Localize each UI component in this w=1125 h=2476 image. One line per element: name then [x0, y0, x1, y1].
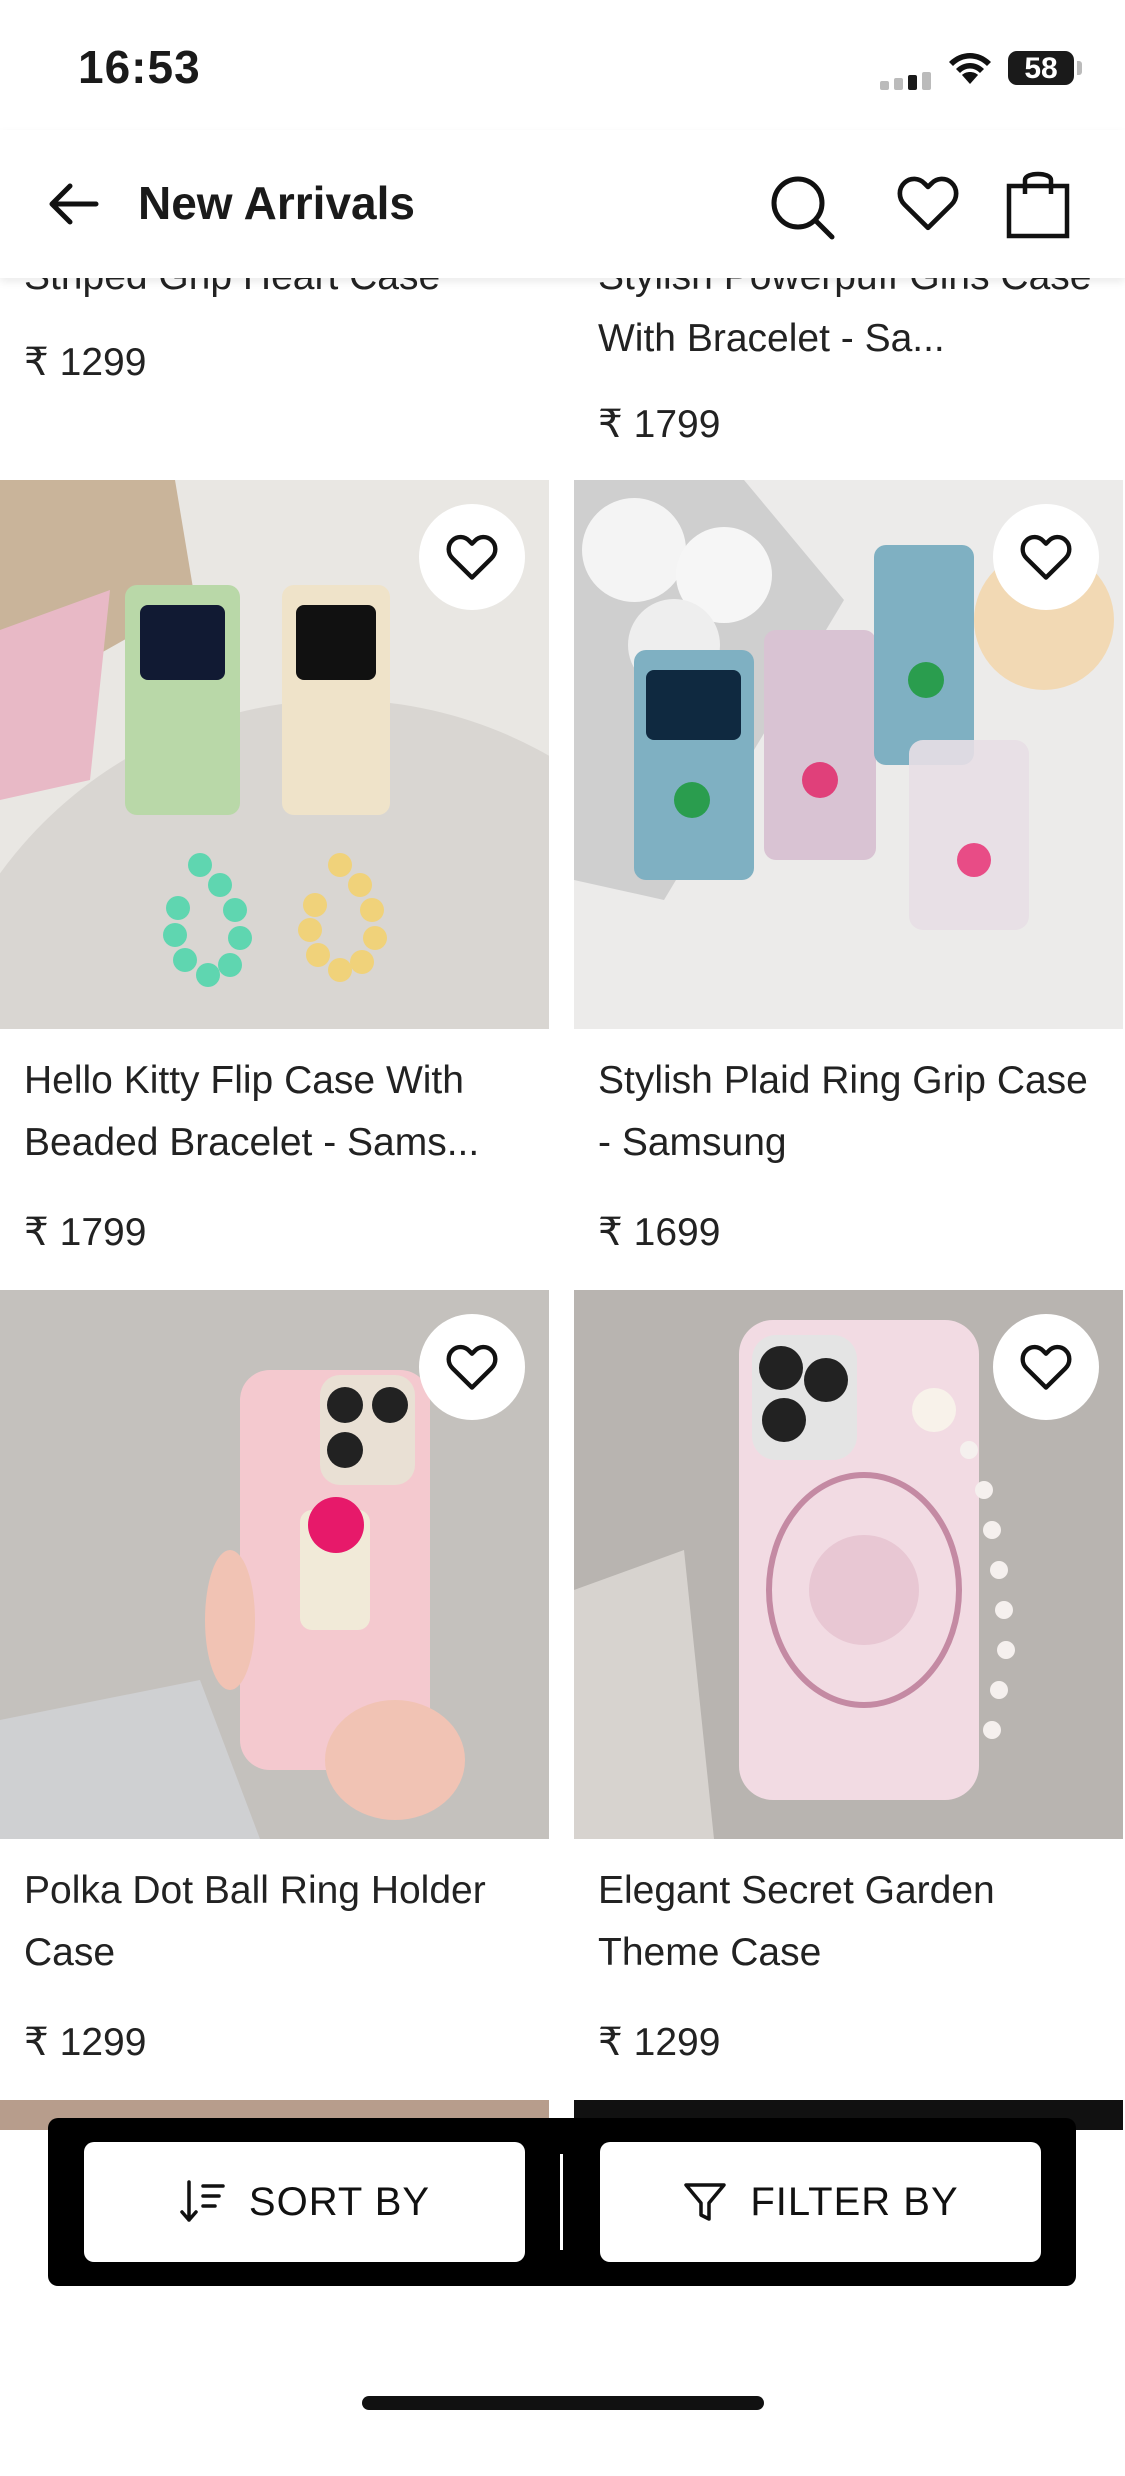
product-name: Hello Kitty Flip Case With Beaded Bracel… [24, 1059, 480, 1164]
wishlist-button[interactable] [993, 504, 1099, 610]
product-name: Stylish Plaid Ring Grip Case - Samsung [598, 1059, 1088, 1164]
home-indicator [362, 2396, 764, 2410]
filter-label: FILTER BY [750, 2179, 959, 2224]
product-price: ₹ 1699 [598, 1211, 721, 1254]
product-name: Elegant Secret Garden Theme Case [598, 1869, 995, 1974]
battery-level: 58 [1024, 52, 1058, 85]
wishlist-button[interactable] [993, 1314, 1099, 1420]
heart-icon [446, 1344, 498, 1390]
battery-icon: 58 [1008, 51, 1074, 85]
heart-icon [1020, 534, 1072, 580]
product-image[interactable] [574, 1290, 1123, 1839]
product-price: ₹ 1799 [598, 403, 721, 446]
sort-button[interactable]: SORT BY [84, 2142, 525, 2262]
wishlist-heart-icon[interactable] [893, 168, 963, 238]
product-image[interactable] [0, 480, 549, 1029]
sort-filter-bar: SORT BY FILTER BY [48, 2118, 1076, 2286]
product-card[interactable]: Elegant Secret Garden Theme Case ₹ 1299 [574, 1290, 1123, 2090]
product-price: ₹ 1299 [24, 341, 147, 384]
product-price: ₹ 1299 [24, 2021, 147, 2064]
product-price: ₹ 1299 [598, 2021, 721, 2064]
battery-cap [1077, 61, 1082, 75]
shopping-bag-icon[interactable] [1003, 166, 1073, 240]
filter-icon [684, 2183, 727, 2221]
status-bar: 16:53 58 [0, 0, 1125, 130]
wifi-icon [949, 53, 991, 84]
sort-label: SORT BY [248, 2179, 431, 2224]
back-arrow-icon[interactable] [44, 174, 104, 234]
heart-icon [1020, 1344, 1072, 1390]
status-time: 16:53 [78, 41, 201, 93]
wishlist-button[interactable] [419, 1314, 525, 1420]
product-name: Polka Dot Ball Ring Holder Case [24, 1869, 486, 1974]
divider [560, 2154, 563, 2250]
product-card[interactable]: Hello Kitty Flip Case With Beaded Bracel… [0, 480, 549, 1280]
product-card[interactable]: Polka Dot Ball Ring Holder Case ₹ 1299 [0, 1290, 549, 2090]
page-title: New Arrivals [138, 177, 415, 229]
search-icon[interactable] [768, 172, 838, 242]
product-price: ₹ 1799 [24, 1211, 147, 1254]
filter-button[interactable]: FILTER BY [600, 2142, 1041, 2262]
product-image[interactable] [0, 1290, 549, 1839]
product-card[interactable]: Stylish Plaid Ring Grip Case - Samsung ₹… [574, 480, 1123, 1280]
app-header: New Arrivals [0, 130, 1125, 278]
wishlist-button[interactable] [419, 504, 525, 610]
heart-icon [446, 534, 498, 580]
product-image[interactable] [574, 480, 1123, 1029]
signal-icon [880, 72, 931, 90]
sort-icon [180, 2180, 225, 2222]
